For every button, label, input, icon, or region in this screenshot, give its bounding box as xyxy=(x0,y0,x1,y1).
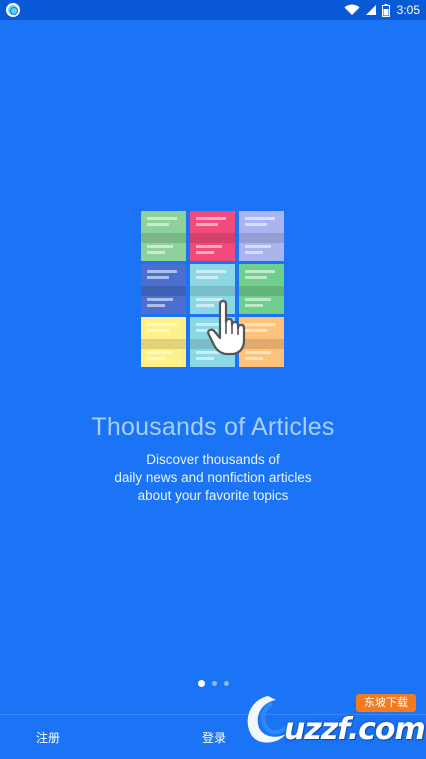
status-right: 3:05 xyxy=(344,3,420,17)
signal-icon xyxy=(365,5,376,15)
status-time: 3:05 xyxy=(396,3,420,17)
battery-icon xyxy=(381,3,390,17)
status-left xyxy=(6,3,20,17)
article-tile xyxy=(239,211,284,261)
register-button[interactable]: 注册 xyxy=(36,729,60,746)
page-dot-3[interactable] xyxy=(224,681,229,686)
page-dot-2[interactable] xyxy=(212,681,217,686)
article-tile xyxy=(141,317,186,367)
pointing-hand-icon xyxy=(207,300,246,356)
page-indicator xyxy=(198,680,229,687)
subtitle-line-3: about your favorite topics xyxy=(137,488,289,503)
onboarding-subtitle: Discover thousands of daily news and non… xyxy=(0,451,426,505)
article-tile xyxy=(141,211,186,261)
article-tile xyxy=(141,264,186,314)
app-notification-icon xyxy=(6,3,20,17)
login-button[interactable]: 登录 xyxy=(202,729,226,746)
subtitle-line-2: daily news and nonfiction articles xyxy=(114,470,312,485)
status-bar: 3:05 xyxy=(0,0,426,20)
page-dot-1[interactable] xyxy=(198,680,205,687)
subtitle-line-1: Discover thousands of xyxy=(146,452,280,467)
onboarding-title: Thousands of Articles xyxy=(91,413,335,441)
article-tile xyxy=(190,211,235,261)
watermark-logo: uzzf.com 东坡下载 xyxy=(238,690,426,750)
watermark-badge: 东坡下载 xyxy=(356,694,416,712)
watermark-text: uzzf.com xyxy=(284,712,426,747)
wifi-icon xyxy=(344,4,360,15)
